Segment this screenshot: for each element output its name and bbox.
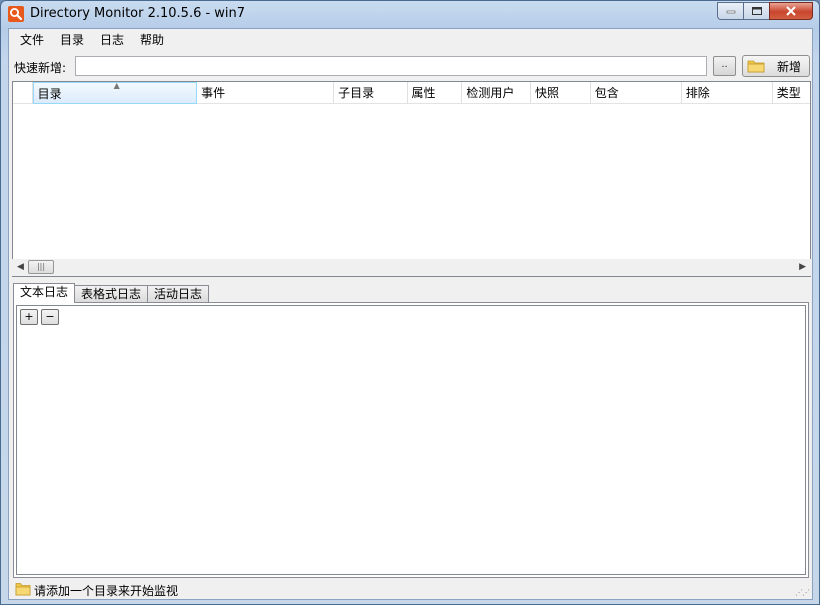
window-controls	[717, 2, 813, 21]
tab-activity-log[interactable]: 活动日志	[147, 285, 210, 303]
tab-text-log[interactable]: 文本日志	[13, 283, 76, 303]
grid-column-label: 类型	[776, 86, 801, 100]
grid-column-label: 包含	[594, 86, 619, 100]
client-area: 文件 目录 日志 帮助 快速新增: .. 新增 ▲ 目录 事件 子目录 属性 检…	[8, 28, 813, 600]
text-log-area[interactable]: + −	[16, 305, 806, 575]
zoom-in-button[interactable]: +	[20, 309, 38, 325]
menu-log[interactable]: 日志	[92, 30, 132, 50]
folder-add-icon	[747, 60, 765, 72]
window-title: Directory Monitor 2.10.5.6 - win7	[30, 6, 246, 21]
grid-column-include[interactable]: 包含	[591, 82, 682, 104]
close-button[interactable]	[769, 2, 813, 20]
sort-ascending-icon: ▲	[113, 82, 120, 90]
grid-header: ▲ 目录 事件 子目录 属性 检测用户 快照 包含 排除 类型	[13, 82, 810, 104]
tab-table-log[interactable]: 表格式日志	[74, 285, 149, 303]
grid-column-label: 目录	[37, 87, 62, 101]
menu-file[interactable]: 文件	[12, 30, 52, 50]
grid-column-label: 事件	[201, 86, 226, 100]
grid-column-label: 快照	[534, 86, 559, 100]
grid-column-label: 子目录	[338, 86, 375, 100]
grid-column-snapshot[interactable]: 快照	[531, 82, 591, 104]
resize-grip-icon[interactable]: ⋰⋰	[795, 588, 810, 597]
grid-column-directory[interactable]: ▲ 目录	[32, 82, 198, 104]
folder-icon	[15, 583, 31, 596]
grid-column-detect-user[interactable]: 检测用户	[462, 82, 531, 104]
zoom-out-button[interactable]: −	[41, 309, 59, 325]
quick-add-bar: 快速新增: .. 新增	[9, 53, 812, 79]
quick-add-input[interactable]	[75, 56, 707, 76]
grid-column-label: 检测用户	[466, 86, 515, 100]
directory-grid[interactable]: ▲ 目录 事件 子目录 属性 检测用户 快照 包含 排除 类型	[12, 81, 811, 277]
grid-column-event[interactable]: 事件	[197, 82, 335, 104]
app-logo-icon	[8, 6, 24, 22]
grid-column-label: 排除	[685, 86, 710, 100]
log-panel: + −	[13, 302, 809, 578]
grid-column-exclude[interactable]: 排除	[682, 82, 773, 104]
maximize-button[interactable]	[743, 2, 769, 20]
close-icon	[786, 6, 796, 16]
menu-directory[interactable]: 目录	[52, 30, 92, 50]
add-button-label: 新增	[777, 59, 802, 74]
log-tabs: 文本日志 表格式日志 活动日志	[13, 283, 210, 303]
scroll-left-icon[interactable]: ◀	[17, 262, 24, 272]
grid-column-subdirectory[interactable]: 子目录	[334, 82, 408, 104]
status-bar: 请添加一个目录来开始监视 ⋰⋰	[9, 580, 812, 599]
maximize-icon	[751, 7, 762, 15]
grid-column-attributes[interactable]: 属性	[408, 82, 463, 104]
minimize-icon	[726, 10, 735, 14]
grid-column-type[interactable]: 类型	[773, 82, 810, 104]
status-text: 请添加一个目录来开始监视	[34, 584, 179, 598]
title-bar[interactable]: Directory Monitor 2.10.5.6 - win7	[1, 1, 819, 27]
grid-horizontal-scrollbar[interactable]: ◀ ||| ▶	[12, 259, 811, 276]
app-window: Directory Monitor 2.10.5.6 - win7 文件 目录 …	[0, 0, 820, 605]
minimize-button[interactable]	[717, 2, 743, 20]
menu-bar: 文件 目录 日志 帮助	[9, 29, 812, 51]
scroll-thumb[interactable]: |||	[28, 260, 54, 274]
grid-column-label: 属性	[411, 86, 436, 100]
grid-column-indicator	[13, 82, 33, 104]
menu-help[interactable]: 帮助	[132, 30, 172, 50]
add-button[interactable]: 新增	[742, 55, 810, 77]
browse-button[interactable]: ..	[713, 56, 736, 76]
scroll-right-icon[interactable]: ▶	[799, 262, 806, 272]
quick-add-label: 快速新增:	[14, 61, 67, 75]
